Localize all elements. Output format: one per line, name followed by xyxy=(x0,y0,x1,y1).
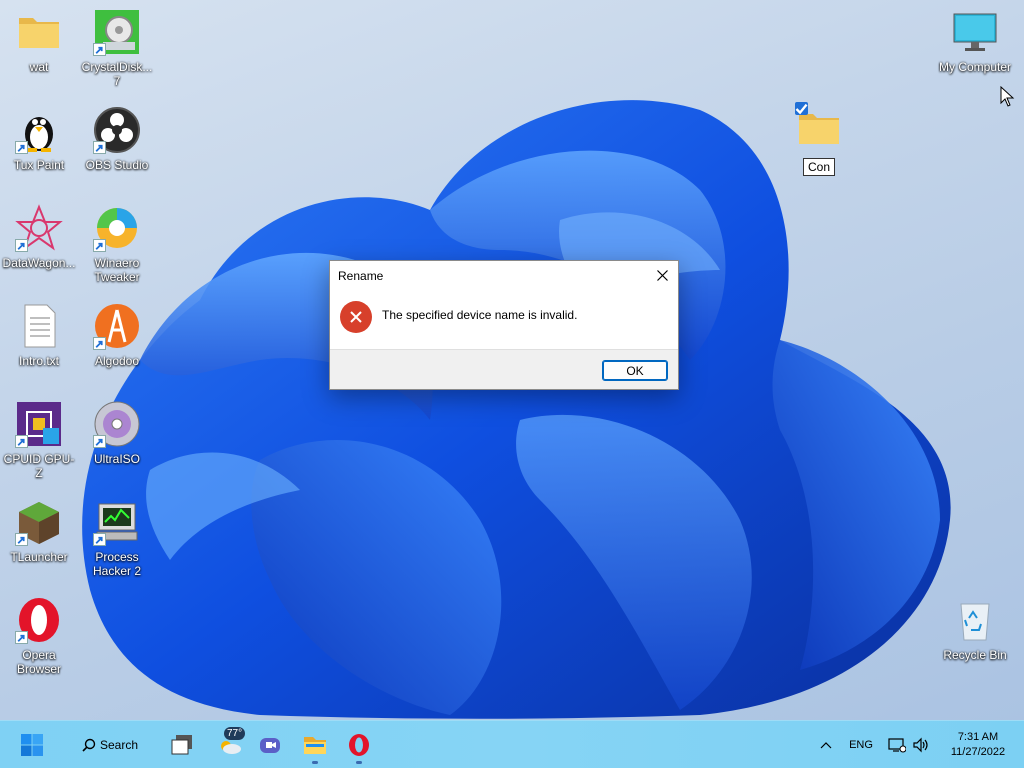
desktop-icon-label: DataWagon... xyxy=(2,256,76,270)
show-hidden-icons-button[interactable] xyxy=(816,729,836,761)
desktop-icon-label: Tux Paint xyxy=(13,158,65,172)
clock-time: 7:31 AM xyxy=(957,731,999,743)
obs-icon xyxy=(93,106,141,154)
ok-button[interactable]: OK xyxy=(602,360,668,381)
search-label: Search xyxy=(99,738,139,752)
desktop-icon-label: wat xyxy=(29,60,49,74)
start-button[interactable] xyxy=(14,729,50,761)
desktop-icon-algodoo[interactable]: Algodoo xyxy=(78,302,156,368)
desktop-icon-con-renaming[interactable]: Con xyxy=(780,102,858,176)
dialog-message: The specified device name is invalid. xyxy=(382,308,578,322)
tux-icon xyxy=(15,106,63,154)
desktop-icon-label: Recycle Bin xyxy=(943,648,1007,662)
desktop-icon-opera[interactable]: Opera Browser xyxy=(0,596,78,676)
desktop-icon-crystaldisk[interactable]: CrystalDisk... 7 xyxy=(78,8,156,88)
desktop-icon-ultraiso[interactable]: UltraISO xyxy=(78,400,156,466)
network-icon xyxy=(888,738,906,753)
desktop-icon-gpuz[interactable]: CPUID GPU-Z xyxy=(0,400,78,480)
desktop-icon-datawagon[interactable]: DataWagon... xyxy=(0,204,78,270)
weather-widget[interactable]: 77° xyxy=(212,727,248,761)
running-indicator xyxy=(312,761,318,764)
language-indicator[interactable]: ENG xyxy=(846,729,876,761)
shortcut-arrow-icon xyxy=(93,43,106,56)
shortcut-arrow-icon xyxy=(15,141,28,154)
shortcut-arrow-icon xyxy=(93,533,106,546)
shortcut-arrow-icon xyxy=(93,239,106,252)
text-file-icon xyxy=(15,302,63,350)
recycle-bin-icon xyxy=(951,596,999,644)
shortcut-arrow-icon xyxy=(15,631,28,644)
desktop-icon-label: My Computer xyxy=(938,60,1012,74)
desktop-icon-label: Intro.txt xyxy=(18,354,59,368)
opera-taskbar-button[interactable] xyxy=(342,729,376,764)
desktop-icon-intro-txt[interactable]: Intro.txt xyxy=(0,302,78,368)
meet-icon xyxy=(260,738,280,753)
desktop-icon-label: Algodoo xyxy=(94,354,140,368)
taskbar: Search 77° ENG 7:31 AM 11/27/2022 xyxy=(0,720,1024,768)
desktop-icon-obs-studio[interactable]: OBS Studio xyxy=(78,106,156,172)
dialog-title: Rename xyxy=(338,269,384,283)
shortcut-arrow-icon xyxy=(93,435,106,448)
file-explorer-button[interactable] xyxy=(298,729,332,764)
shortcut-arrow-icon xyxy=(15,533,28,546)
desktop-icon-wat[interactable]: wat xyxy=(0,8,78,74)
shortcut-arrow-icon xyxy=(93,337,106,350)
desktop-icon-label: OBS Studio xyxy=(85,158,149,172)
algodoo-icon xyxy=(93,302,141,350)
folder-icon xyxy=(795,102,843,152)
ultraiso-icon xyxy=(93,400,141,448)
desktop-icon-recycle-bin[interactable]: Recycle Bin xyxy=(936,596,1014,662)
clock[interactable]: 7:31 AM 11/27/2022 xyxy=(938,730,1018,760)
mouse-cursor-icon xyxy=(1000,86,1015,107)
desktop-icon-winaero-tweaker[interactable]: Winaero Tweaker xyxy=(78,204,156,284)
dialog-footer: OK xyxy=(330,349,678,389)
desktop-icon-tlauncher[interactable]: TLauncher xyxy=(0,498,78,564)
desktop-icon-label: Opera Browser xyxy=(16,648,61,676)
rename-input[interactable]: Con xyxy=(802,158,835,176)
desktop-icon-my-computer[interactable]: My Computer xyxy=(936,8,1014,74)
meet-button[interactable] xyxy=(254,729,286,761)
start-icon xyxy=(21,734,43,756)
winaero-icon xyxy=(93,204,141,252)
selection-checkbox[interactable] xyxy=(795,102,808,115)
gpuz-icon xyxy=(15,400,63,448)
crystaldisk-icon xyxy=(93,8,141,56)
rename-error-dialog: Rename The specified device name is inva… xyxy=(329,260,679,390)
volume-icon xyxy=(913,737,928,753)
shortcut-arrow-icon xyxy=(15,435,28,448)
shortcut-arrow-icon xyxy=(15,239,28,252)
monitor-icon xyxy=(951,8,999,56)
desktop-icon-label: CrystalDisk... 7 xyxy=(81,60,153,88)
close-button[interactable] xyxy=(646,261,678,289)
opera-icon xyxy=(349,734,369,756)
opera-icon xyxy=(15,596,63,644)
desktop-icon-label: TLauncher xyxy=(10,550,68,564)
file-explorer-icon xyxy=(304,737,326,754)
search-button[interactable]: Search xyxy=(76,729,144,761)
desktop-icon-process-hacker[interactable]: Process Hacker 2 xyxy=(78,498,156,578)
shortcut-arrow-icon xyxy=(93,141,106,154)
error-icon xyxy=(340,301,372,333)
tlauncher-icon xyxy=(15,498,63,546)
datawagon-icon xyxy=(15,204,63,252)
clock-date: 11/27/2022 xyxy=(950,746,1006,758)
desktop-icon-label: Process Hacker 2 xyxy=(92,550,142,578)
search-icon xyxy=(82,738,96,752)
folder-icon xyxy=(15,8,63,56)
task-view-icon xyxy=(171,735,192,755)
desktop-icon-label: CPUID GPU-Z xyxy=(3,452,75,480)
task-view-button[interactable] xyxy=(166,729,198,761)
chevron-up-icon xyxy=(820,742,832,749)
weather-temperature: 77° xyxy=(224,727,246,740)
volume-button[interactable] xyxy=(910,729,932,761)
desktop-icon-label: Winaero Tweaker xyxy=(94,256,140,284)
close-icon xyxy=(656,269,668,281)
desktop-icon-tux-paint[interactable]: Tux Paint xyxy=(0,106,78,172)
process-hacker-icon xyxy=(93,498,141,546)
running-indicator xyxy=(356,761,362,764)
desktop-icon-label: UltraISO xyxy=(93,452,140,466)
network-button[interactable] xyxy=(886,729,908,761)
